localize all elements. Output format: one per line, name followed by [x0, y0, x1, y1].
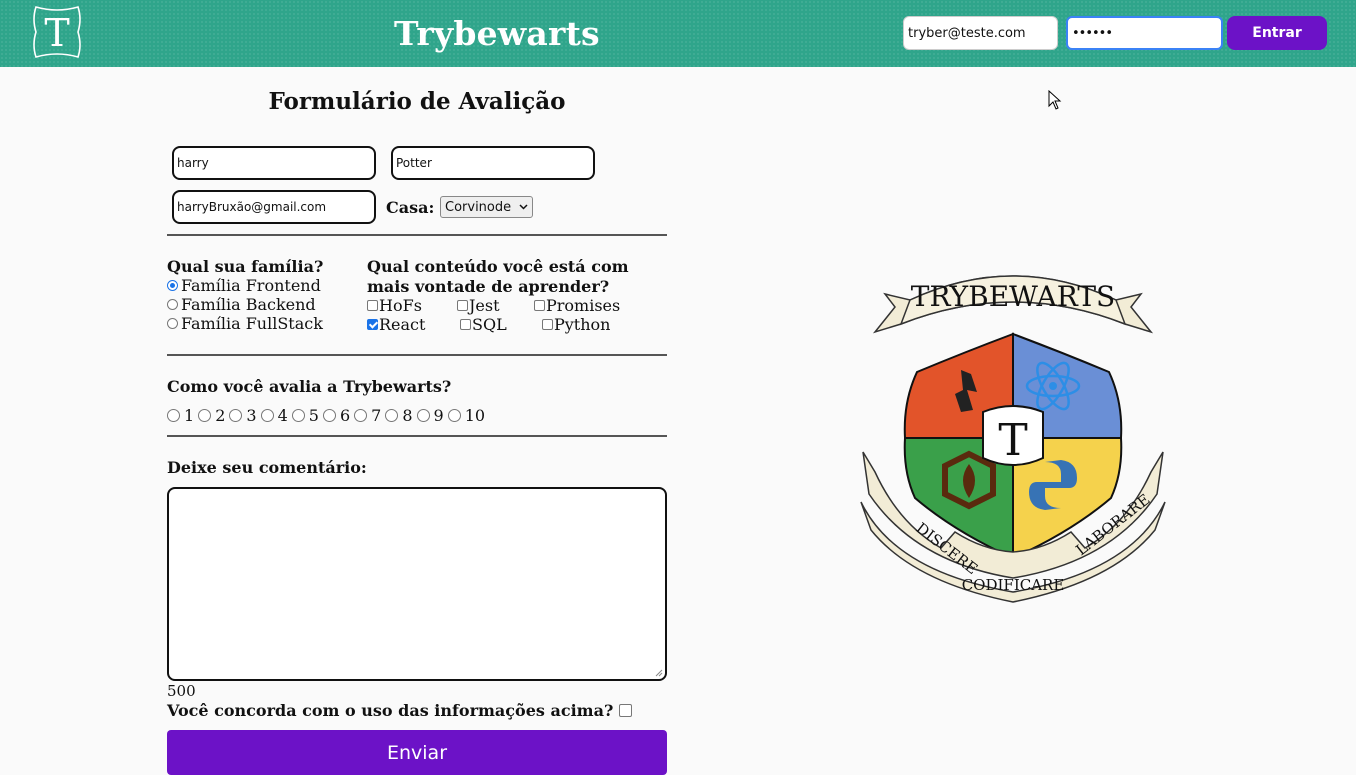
house-label: Casa:: [386, 198, 435, 217]
family-radio-frontend[interactable]: [167, 280, 178, 291]
rate-radio[interactable]: [167, 409, 180, 422]
house-select[interactable]: Corvinode: [440, 196, 533, 218]
family-radio-fullstack[interactable]: [167, 318, 178, 329]
login-email-input[interactable]: [903, 16, 1058, 50]
logo-letter: T: [44, 11, 69, 55]
divider: [167, 354, 667, 356]
rate-label: 8: [402, 406, 413, 425]
family-radio-backend[interactable]: [167, 299, 178, 310]
agreement-label: Você concorda com o uso das informações …: [167, 701, 614, 720]
rate-option-8[interactable]: 8: [385, 406, 413, 425]
rate-radio[interactable]: [416, 409, 430, 422]
content-question-line1: Qual conteúdo você está com: [367, 257, 629, 276]
rate-radio[interactable]: [447, 409, 461, 422]
rate-question: Como você avalia a Trybewarts?: [167, 377, 452, 396]
login-password-input[interactable]: [1066, 16, 1223, 50]
subject-checkbox-promises[interactable]: [534, 300, 545, 311]
submit-button[interactable]: Enviar: [167, 730, 667, 775]
subject-option-jest[interactable]: Jest: [457, 296, 500, 315]
crest-center-letter: T: [998, 415, 1027, 466]
rate-label: 5: [308, 406, 319, 425]
rate-option-9[interactable]: 9: [416, 406, 444, 425]
rate-radio[interactable]: [322, 409, 336, 422]
subject-option-promises[interactable]: Promises: [534, 296, 620, 315]
rate-options: 1 2 3 4 5 6 7 8 9 10: [167, 406, 489, 425]
comment-textarea[interactable]: [167, 487, 667, 681]
subject-checkbox-python[interactable]: [542, 319, 553, 330]
rate-label: 3: [246, 406, 257, 425]
rate-option-3[interactable]: 3: [229, 406, 257, 425]
family-question: Qual sua família?: [167, 257, 324, 276]
rate-option-2[interactable]: 2: [198, 406, 225, 425]
subject-checkbox-jest[interactable]: [457, 300, 468, 311]
subject-checkbox-hofs[interactable]: [367, 300, 378, 311]
rate-label: 4: [277, 406, 288, 425]
crest-motto-center: CODIFICARE: [962, 576, 1065, 594]
rate-label: 6: [339, 406, 351, 425]
content-question-line2: mais vontade de aprender?: [367, 277, 610, 296]
subject-checkbox-react[interactable]: [367, 319, 378, 330]
login-button[interactable]: Entrar: [1227, 16, 1327, 50]
resize-handle-icon[interactable]: [654, 668, 663, 677]
house-selected-value: Corvinode: [445, 199, 512, 215]
rate-radio[interactable]: [198, 409, 212, 422]
rate-label: 1: [184, 406, 195, 425]
rate-option-10[interactable]: 10: [447, 406, 486, 425]
trybewarts-logo-icon: T: [33, 6, 81, 58]
trybewarts-crest-image: TRYBEWARTS T DISCERE CODIFICARE LABORARE: [860, 275, 1166, 603]
family-label: Família FullStack: [181, 314, 323, 333]
agreement-row: Você concorda com o uso das informações …: [167, 701, 633, 720]
rate-option-4[interactable]: 4: [260, 406, 288, 425]
agreement-checkbox[interactable]: [619, 704, 633, 717]
rate-label: 2: [215, 406, 226, 425]
subject-label: React: [379, 315, 426, 334]
brand-title: Trybewarts: [394, 14, 600, 53]
rate-label: 7: [371, 406, 382, 425]
char-counter: 500: [167, 682, 196, 700]
rate-label: 10: [464, 406, 486, 425]
subject-label: HoFs: [379, 296, 422, 315]
rate-label: 9: [433, 406, 444, 425]
subject-option-sql[interactable]: SQL: [460, 315, 507, 334]
first-name-input[interactable]: [172, 146, 376, 180]
subject-checkbox-sql[interactable]: [460, 319, 471, 330]
family-label: Família Backend: [181, 295, 316, 314]
rate-radio[interactable]: [229, 409, 243, 422]
rate-radio[interactable]: [260, 409, 274, 422]
comment-label: Deixe seu comentário:: [167, 458, 367, 477]
family-option-fullstack[interactable]: Família FullStack: [167, 314, 323, 333]
email-input[interactable]: [172, 190, 376, 224]
form-title: Formulário de Avalição: [268, 88, 566, 115]
subject-option-hofs[interactable]: HoFs: [367, 296, 422, 315]
subject-option-python[interactable]: Python: [542, 315, 610, 334]
divider: [167, 234, 667, 236]
subject-label: Python: [554, 315, 611, 334]
crest-banner-top: TRYBEWARTS: [911, 280, 1115, 313]
rate-radio[interactable]: [354, 409, 368, 422]
rate-option-5[interactable]: 5: [291, 406, 319, 425]
last-name-input[interactable]: [391, 146, 595, 180]
chevron-down-icon: [519, 204, 528, 210]
rate-option-6[interactable]: 6: [322, 406, 351, 425]
subject-label: Jest: [469, 296, 500, 315]
rate-option-1[interactable]: 1: [167, 406, 194, 425]
rate-radio[interactable]: [291, 409, 305, 422]
divider: [167, 435, 667, 437]
family-label: Família Frontend: [181, 276, 321, 295]
rate-option-7[interactable]: 7: [354, 406, 381, 425]
subject-label: SQL: [472, 315, 507, 334]
page-header: T Trybewarts Entrar: [0, 0, 1356, 67]
subject-option-react[interactable]: React: [367, 315, 425, 334]
subject-label: Promises: [546, 296, 621, 315]
family-option-frontend[interactable]: Família Frontend: [167, 276, 321, 295]
family-option-backend[interactable]: Família Backend: [167, 295, 316, 314]
rate-radio[interactable]: [385, 409, 399, 422]
mouse-cursor-icon: [1048, 90, 1062, 110]
